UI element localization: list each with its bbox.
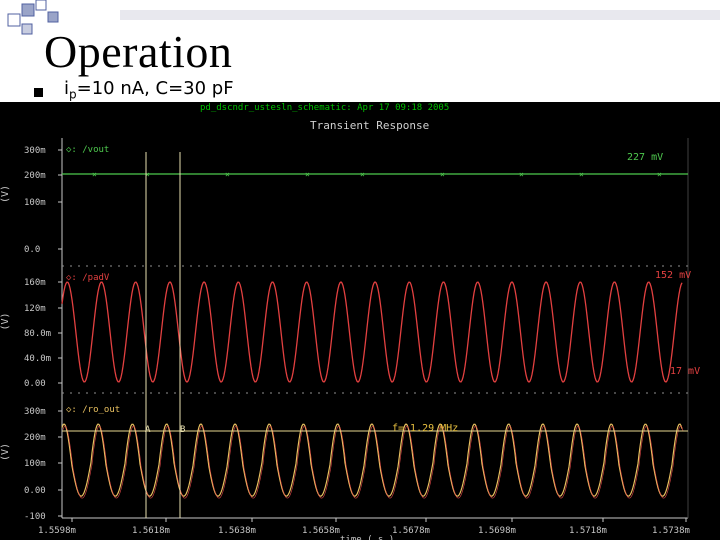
y-unit-label: (V) [0, 443, 11, 461]
x-tick-label: 1.5658m [302, 526, 340, 536]
y-tick-label: 0.00 [24, 486, 46, 496]
oscilloscope-screenshot: pd_dscndr_ustesln_schematic: Apr 17 09:1… [0, 102, 720, 540]
y-unit-label: (V) [0, 312, 11, 330]
signal-label: ◇: /vout [66, 145, 109, 155]
vout-marker: × [360, 170, 365, 179]
y-tick-label: 80.0m [24, 329, 51, 339]
slide-title: Operation [44, 26, 233, 77]
padv-trace [61, 281, 683, 383]
vout-marker: × [92, 170, 97, 179]
x-tick-label: 1.5598m [38, 526, 76, 536]
bullet-text-rest: =10 nA, C=30 pF [76, 78, 234, 99]
y-unit-label: (V) [0, 185, 11, 203]
vout-marker: × [440, 170, 445, 179]
x-tick-label: 1.5678m [392, 526, 430, 536]
x-axis-label: time ( s ) [340, 535, 394, 540]
cursor-b-label: B [180, 425, 185, 435]
x-tick-label: 1.5638m [218, 526, 256, 536]
y-tick-label: 200m [24, 171, 46, 181]
y-tick-label: 200m [24, 433, 46, 443]
y-tick-label: 100m [24, 459, 46, 469]
vout-marker: × [225, 170, 230, 179]
x-tick-label: 1.5738m [652, 526, 690, 536]
y-tick-label: 100m [24, 198, 46, 208]
vout-marker: × [579, 170, 584, 179]
bullet-icon [34, 88, 43, 97]
x-tick-label: 1.5698m [478, 526, 516, 536]
y-tick-label: 0.00 [24, 379, 46, 389]
x-tick-label: 1.5718m [569, 526, 607, 536]
vout-marker: × [519, 170, 524, 179]
y-tick-label: 40.0m [24, 354, 51, 364]
padv-value-label: 152 mV [655, 270, 691, 281]
y-tick-label: 0.0 [24, 245, 40, 255]
y-tick-label: 300m [24, 407, 46, 417]
bullet-subscript: p [69, 87, 77, 102]
waveform-plot: 300m 200m 100m 0.0 (V) ◇: /vout 160m 120m 80.0m 4… [0, 138, 700, 540]
x-tick-label: 1.5618m [132, 526, 170, 536]
y-tick-label: 300m [24, 146, 46, 156]
y-tick-label: -100 [24, 512, 46, 522]
vout-marker: × [657, 170, 662, 179]
vout-marker: × [305, 170, 310, 179]
y-tick-label: 120m [24, 304, 46, 314]
signal-label: ◇: /padV [66, 273, 110, 283]
bullet-text: ip=10 nA, C=30 pF [64, 78, 234, 102]
ro-out-trace-shadow [62, 425, 684, 499]
ro-out-trace [61, 423, 683, 497]
frequency-annotation: f= 1.29 MHz [392, 423, 458, 434]
vout-value-label: 227 mV [627, 152, 663, 163]
signal-label: ◇: /ro_out [66, 405, 120, 415]
padv-value-label-low: 17 mV [670, 366, 700, 377]
y-tick-label: 160m [24, 278, 46, 288]
